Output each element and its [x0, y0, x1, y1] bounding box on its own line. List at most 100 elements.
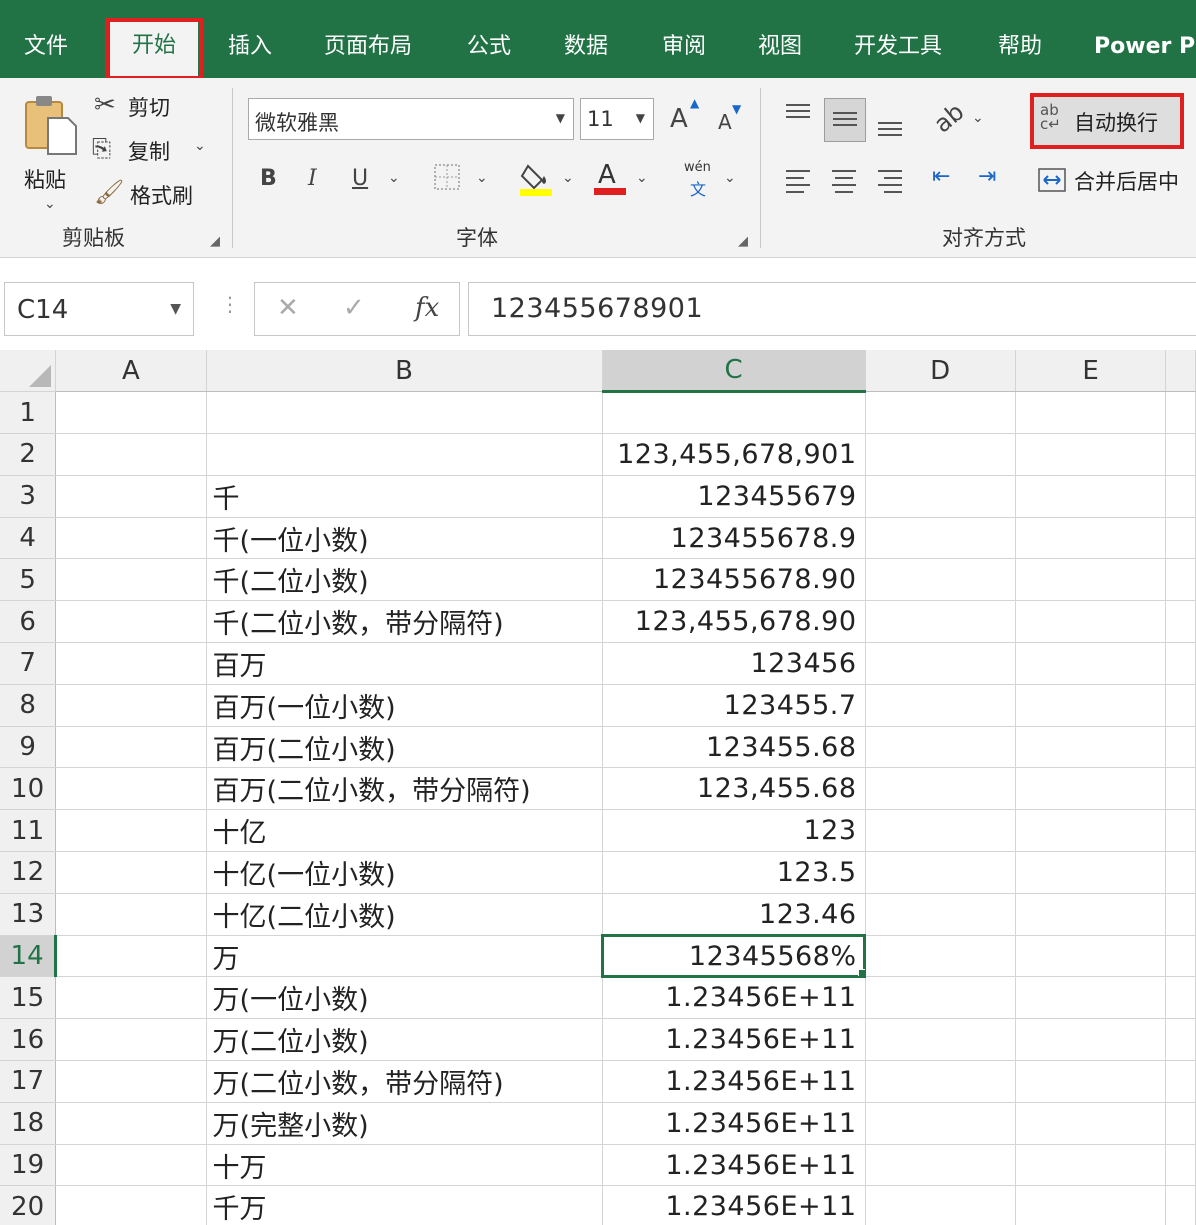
underline-button[interactable]: U: [352, 166, 368, 191]
row-header[interactable]: 9: [0, 726, 57, 769]
cell-b[interactable]: 千: [206, 475, 603, 518]
cell-d[interactable]: [865, 851, 1016, 894]
cell-c[interactable]: 123456: [602, 642, 866, 685]
cell-f[interactable]: [1165, 642, 1196, 685]
cell-b[interactable]: 百万(二位小数): [206, 726, 603, 769]
cell-c[interactable]: 123.5: [602, 851, 866, 894]
decrease-font-size-button[interactable]: A: [718, 110, 732, 134]
cell-c[interactable]: [602, 391, 866, 435]
column-header-f[interactable]: [1165, 350, 1196, 393]
cell-d[interactable]: [865, 600, 1016, 644]
fill-color-icon[interactable]: [520, 160, 552, 196]
menu-formulas[interactable]: 公式: [467, 30, 511, 64]
row-header[interactable]: 2: [0, 433, 57, 476]
font-name-combo[interactable]: 微软雅黑 ▼: [248, 98, 574, 140]
cell-b[interactable]: 十万: [206, 1144, 603, 1187]
cell-c[interactable]: 1.23456E+11: [602, 976, 866, 1020]
row-header[interactable]: 11: [0, 809, 57, 853]
cell-b[interactable]: 万(二位小数，带分隔符): [206, 1060, 603, 1103]
cell-e[interactable]: [1015, 809, 1167, 853]
orientation-icon[interactable]: ab: [929, 98, 970, 139]
cell-d[interactable]: [865, 558, 1016, 602]
merge-center-button[interactable]: 合并后居中: [1036, 160, 1196, 200]
cell-a[interactable]: [55, 767, 207, 811]
cell-c[interactable]: 123455679: [602, 475, 866, 518]
cell-d[interactable]: [865, 1144, 1016, 1187]
font-launcher-icon[interactable]: ◢: [738, 234, 748, 249]
menu-insert[interactable]: 插入: [228, 30, 272, 64]
cell-b[interactable]: 千(二位小数，带分隔符): [206, 600, 603, 644]
cell-b[interactable]: 万(完整小数): [206, 1102, 603, 1145]
cell-d[interactable]: [865, 893, 1016, 936]
row-header[interactable]: 13: [0, 893, 57, 936]
align-bottom-button[interactable]: [870, 96, 910, 136]
cell-f[interactable]: [1165, 935, 1196, 978]
cell-e[interactable]: [1015, 1060, 1167, 1103]
cell-f[interactable]: [1165, 517, 1196, 560]
cell-d[interactable]: [865, 767, 1016, 811]
cell-f[interactable]: [1165, 1060, 1196, 1103]
increase-font-size-button[interactable]: A: [670, 104, 688, 134]
cell-b[interactable]: 百万(一位小数): [206, 684, 603, 727]
row-header[interactable]: 1: [0, 391, 57, 435]
cell-c[interactable]: 1.23456E+11: [602, 1144, 866, 1187]
column-header-a[interactable]: A: [55, 350, 207, 393]
cell-a[interactable]: [55, 726, 207, 769]
phonetic-dropdown-icon[interactable]: ⌄: [724, 170, 736, 186]
cell-d[interactable]: [865, 1185, 1016, 1225]
cell-f[interactable]: [1165, 976, 1196, 1020]
row-header[interactable]: 10: [0, 767, 57, 811]
clipboard-launcher-icon[interactable]: ◢: [210, 234, 220, 249]
cell-a[interactable]: [55, 391, 207, 435]
cell-a[interactable]: [55, 558, 207, 602]
align-middle-button[interactable]: [824, 98, 866, 142]
cell-a[interactable]: [55, 935, 207, 978]
menu-page-layout[interactable]: 页面布局: [324, 30, 412, 64]
cell-d[interactable]: [865, 684, 1016, 727]
enter-icon[interactable]: ✓: [343, 293, 365, 323]
phonetic-guide-button[interactable]: wén 文: [682, 160, 718, 200]
cell-d[interactable]: [865, 976, 1016, 1020]
row-header[interactable]: 20: [0, 1185, 57, 1225]
cell-e[interactable]: [1015, 1144, 1167, 1187]
borders-dropdown-icon[interactable]: ⌄: [476, 170, 488, 186]
cell-c[interactable]: 1.23456E+11: [602, 1102, 866, 1145]
format-painter-button[interactable]: 🖌 格式刷: [94, 178, 204, 212]
name-box[interactable]: C14 ▼: [4, 282, 194, 336]
cell-a[interactable]: [55, 433, 207, 476]
row-header[interactable]: 8: [0, 684, 57, 727]
row-header[interactable]: 4: [0, 517, 57, 560]
cell-c[interactable]: 1.23456E+11: [602, 1060, 866, 1103]
cell-c[interactable]: 123: [602, 809, 866, 853]
row-header[interactable]: 6: [0, 600, 57, 644]
cell-b[interactable]: 万(二位小数): [206, 1018, 603, 1062]
cell-e[interactable]: [1015, 600, 1167, 644]
cell-b[interactable]: 万(一位小数): [206, 976, 603, 1020]
increase-indent-icon[interactable]: ⇥: [978, 164, 996, 189]
cell-a[interactable]: [55, 684, 207, 727]
cell-e[interactable]: [1015, 976, 1167, 1020]
cell-d[interactable]: [865, 517, 1016, 560]
bold-button[interactable]: B: [260, 166, 277, 191]
cell-e[interactable]: [1015, 433, 1167, 476]
row-header[interactable]: 14: [0, 935, 58, 978]
underline-dropdown-icon[interactable]: ⌄: [388, 170, 400, 186]
cell-b[interactable]: 十亿: [206, 809, 603, 853]
insert-function-icon[interactable]: fx: [415, 293, 439, 323]
cell-f[interactable]: [1165, 809, 1196, 853]
cell-a[interactable]: [55, 1185, 207, 1225]
cell-d[interactable]: [865, 433, 1016, 476]
cell-e[interactable]: [1015, 726, 1167, 769]
italic-button[interactable]: I: [308, 166, 317, 191]
cell-e[interactable]: [1015, 893, 1167, 936]
cancel-icon[interactable]: ✕: [277, 293, 299, 323]
cell-c[interactable]: 1.23456E+11: [602, 1018, 866, 1062]
menu-review[interactable]: 审阅: [662, 30, 706, 64]
cell-f[interactable]: [1165, 893, 1196, 936]
cut-button[interactable]: ✂ 剪切: [94, 90, 204, 124]
cell-d[interactable]: [865, 391, 1016, 435]
cell-d[interactable]: [865, 935, 1016, 978]
cell-f[interactable]: [1165, 767, 1196, 811]
fill-color-dropdown-icon[interactable]: ⌄: [562, 170, 574, 186]
column-header-c[interactable]: C: [602, 350, 866, 394]
